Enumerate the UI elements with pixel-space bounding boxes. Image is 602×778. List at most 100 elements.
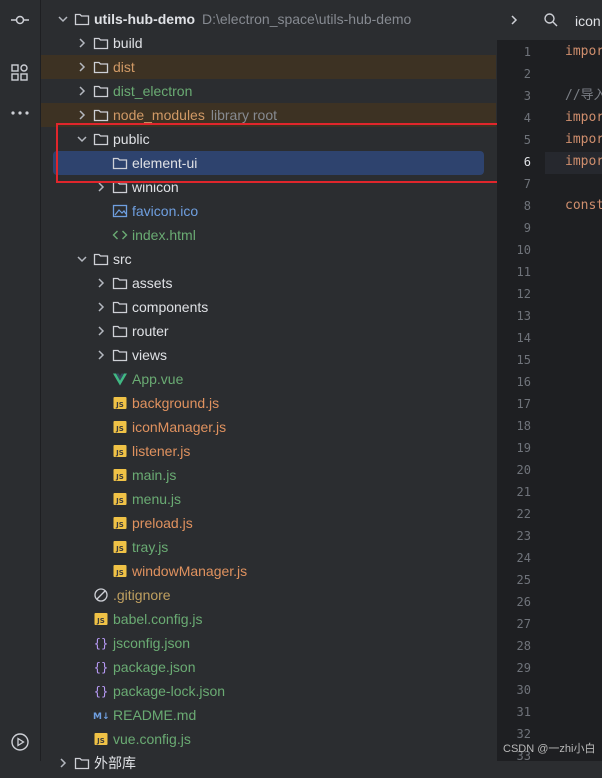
tree-item-package-lock[interactable]: {} package-lock.json [41, 679, 496, 703]
tree-root-row[interactable]: utils-hub-demo D:\electron_space\utils-h… [41, 7, 496, 31]
tree-item-windowmanager-js[interactable]: JS windowManager.js [41, 559, 496, 583]
search-icon[interactable] [543, 12, 559, 31]
tree-item-menu-js[interactable]: JS menu.js [41, 487, 496, 511]
line-number: 14 [516, 331, 531, 345]
chevron-right-icon[interactable] [74, 79, 90, 103]
tree-item-public[interactable]: public [41, 127, 496, 151]
tree-item-external-libs[interactable]: 外部库 [41, 751, 496, 775]
tree-item-tray-js[interactable]: JS tray.js [41, 535, 496, 559]
folder-icon [74, 755, 90, 771]
tree-item-app-vue[interactable]: App.vue [41, 367, 496, 391]
activity-bar [0, 0, 41, 761]
tree-item-label: menu.js [132, 491, 182, 507]
chevron-right-icon[interactable] [55, 751, 71, 775]
chevron-right-icon[interactable] [74, 31, 90, 55]
svg-text:JS: JS [115, 497, 124, 505]
tree-item-readme[interactable]: M↓ README.md [41, 703, 496, 727]
tree-item-build[interactable]: build [41, 31, 496, 55]
tree-item-assets[interactable]: assets [41, 271, 496, 295]
tree-item-label: tray.js [132, 539, 169, 555]
line-number: 4 [523, 111, 531, 125]
line-number: 28 [516, 639, 531, 653]
editor-tab-label[interactable]: icon [575, 13, 601, 29]
tree-item-components[interactable]: components [41, 295, 496, 319]
tree-item-router[interactable]: router [41, 319, 496, 343]
tree-item-vue-config[interactable]: JS vue.config.js [41, 727, 496, 751]
tree-item-label: favicon.ico [132, 203, 199, 219]
tree-item-dist-electron[interactable]: dist_electron [41, 79, 496, 103]
project-path: D:\electron_space\utils-hub-demo [202, 11, 412, 27]
tree-item-label: background.js [132, 395, 220, 411]
vue-file-icon [112, 371, 128, 387]
line-number: 18 [516, 419, 531, 433]
tree-item-iconmanager-js[interactable]: JS iconManager.js [41, 415, 496, 439]
tree-item-jsconfig[interactable]: {} jsconfig.json [41, 631, 496, 655]
tree-item-listener-js[interactable]: JS listener.js [41, 439, 496, 463]
editor-tab-bar: icon [497, 0, 602, 41]
tree-item-index-html[interactable]: index.html [41, 223, 496, 247]
line-number: 7 [523, 177, 531, 191]
tree-item-label: .gitignore [113, 587, 171, 603]
line-number: 8 [523, 199, 531, 213]
tree-item-element-ui[interactable]: element-ui [41, 151, 496, 175]
chevron-right-icon[interactable] [93, 271, 109, 295]
folder-icon [112, 323, 128, 339]
structure-icon[interactable] [10, 63, 30, 83]
tree-item-label: node_modules library root [113, 107, 277, 123]
tree-item-label: windowManager.js [132, 563, 248, 579]
tree-item-main-js[interactable]: JS main.js [41, 463, 496, 487]
tree-item-background-js[interactable]: JS background.js [41, 391, 496, 415]
chevron-right-icon[interactable] [509, 12, 519, 31]
tree-item-label: preload.js [132, 515, 193, 531]
tree-item-label: package.json [113, 659, 196, 675]
tree-item-node-modules[interactable]: node_modules library root [41, 103, 496, 127]
chevron-right-icon[interactable] [74, 55, 90, 79]
more-icon[interactable] [10, 103, 30, 123]
chevron-right-icon[interactable] [93, 343, 109, 367]
chevron-right-icon[interactable] [93, 175, 109, 199]
run-icon[interactable] [10, 732, 30, 752]
project-tree[interactable]: utils-hub-demo D:\electron_space\utils-h… [41, 0, 496, 771]
js-file-icon: JS [112, 443, 128, 459]
folder-icon [93, 107, 109, 123]
tree-item-label: main.js [132, 467, 177, 483]
svg-text:{}: {} [94, 661, 108, 675]
tree-item-babel-config[interactable]: JS babel.config.js [41, 607, 496, 631]
commit-icon[interactable] [10, 10, 30, 30]
chevron-down-icon[interactable] [55, 7, 71, 31]
chevron-down-icon[interactable] [74, 127, 90, 151]
line-number: 12 [516, 287, 531, 301]
line-number: 26 [516, 595, 531, 609]
svg-text:JS: JS [115, 545, 124, 553]
code-line: impor [565, 44, 602, 59]
tree-item-dist[interactable]: dist [41, 55, 496, 79]
chevron-down-icon[interactable] [74, 247, 90, 271]
gitignore-icon [93, 587, 109, 603]
tree-item-src[interactable]: src [41, 247, 496, 271]
json-file-icon: {} [93, 659, 109, 675]
js-file-icon: JS [112, 563, 128, 579]
tree-item-label: iconManager.js [132, 419, 227, 435]
code-line: impor [565, 132, 602, 147]
line-number: 13 [516, 309, 531, 323]
chevron-right-icon[interactable] [93, 319, 109, 343]
tree-item-preload-js[interactable]: JS preload.js [41, 511, 496, 535]
line-number: 6 [523, 155, 531, 169]
svg-text:JS: JS [96, 737, 105, 745]
tree-item-views[interactable]: views [41, 343, 496, 367]
code-line: impor [565, 110, 602, 125]
chevron-right-icon[interactable] [93, 295, 109, 319]
tree-item-label: router [132, 323, 169, 339]
tree-item-hint: library root [210, 107, 277, 123]
chevron-right-icon[interactable] [74, 103, 90, 127]
line-number: 3 [523, 89, 531, 103]
tree-item-winicon[interactable]: winicon [41, 175, 496, 199]
js-file-icon: JS [112, 539, 128, 555]
tree-item-favicon[interactable]: favicon.ico [41, 199, 496, 223]
tree-item-gitignore[interactable]: .gitignore [41, 583, 496, 607]
folder-icon [93, 59, 109, 75]
html-file-icon [112, 227, 128, 243]
tree-item-label: element-ui [132, 155, 198, 171]
tree-item-package-json[interactable]: {} package.json [41, 655, 496, 679]
editor-panel[interactable]: icon 1 2 3 4 5 6 7 8 9 10 11 12 13 14 15 16 17 18 19 20 21 22… [497, 0, 602, 763]
